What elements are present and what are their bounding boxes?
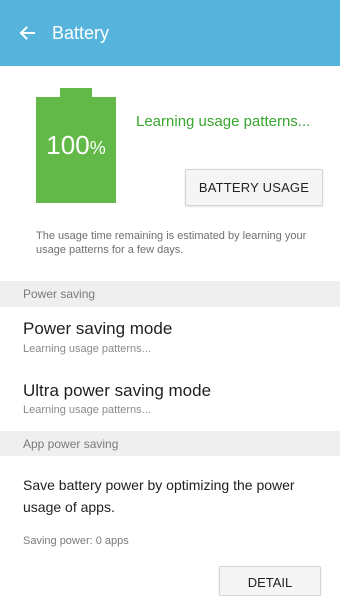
- battery-status-text: Learning usage patterns...: [136, 113, 311, 130]
- power-saving-mode-subtitle: Learning usage patterns...: [23, 343, 151, 355]
- ultra-power-saving-mode-item[interactable]: Ultra power saving mode Learning usage p…: [0, 365, 340, 426]
- power-saving-mode-item[interactable]: Power saving mode Learning usage pattern…: [0, 307, 340, 365]
- usage-time-note: The usage time remaining is estimated by…: [36, 230, 307, 256]
- power-saving-header: Power saving: [0, 281, 340, 307]
- page-title: Battery: [52, 23, 110, 43]
- detail-button[interactable]: DETAIL: [219, 566, 321, 596]
- arrow-left-icon: [19, 26, 35, 40]
- app-power-saving-header: App power saving: [0, 431, 340, 456]
- back-button[interactable]: [12, 18, 42, 48]
- battery-status-section: 100% Learning usage patterns... BATTERY …: [0, 66, 340, 266]
- ultra-power-saving-mode-title: Ultra power saving mode: [23, 381, 212, 400]
- saving-power-status: Saving power: 0 apps: [23, 535, 129, 547]
- battery-level-graphic: 100%: [36, 88, 116, 203]
- battery-percentage-sign: %: [89, 138, 106, 158]
- ultra-power-saving-mode-subtitle: Learning usage patterns...: [23, 404, 151, 416]
- battery-percentage-value: 100: [46, 130, 90, 160]
- app-power-saving-description: Save battery power by optimizing the pow…: [23, 477, 295, 515]
- battery-usage-button[interactable]: BATTERY USAGE: [185, 169, 323, 206]
- app-bar: Battery: [0, 0, 340, 66]
- power-saving-mode-title: Power saving mode: [23, 319, 173, 338]
- battery-percentage: 100%: [36, 130, 116, 163]
